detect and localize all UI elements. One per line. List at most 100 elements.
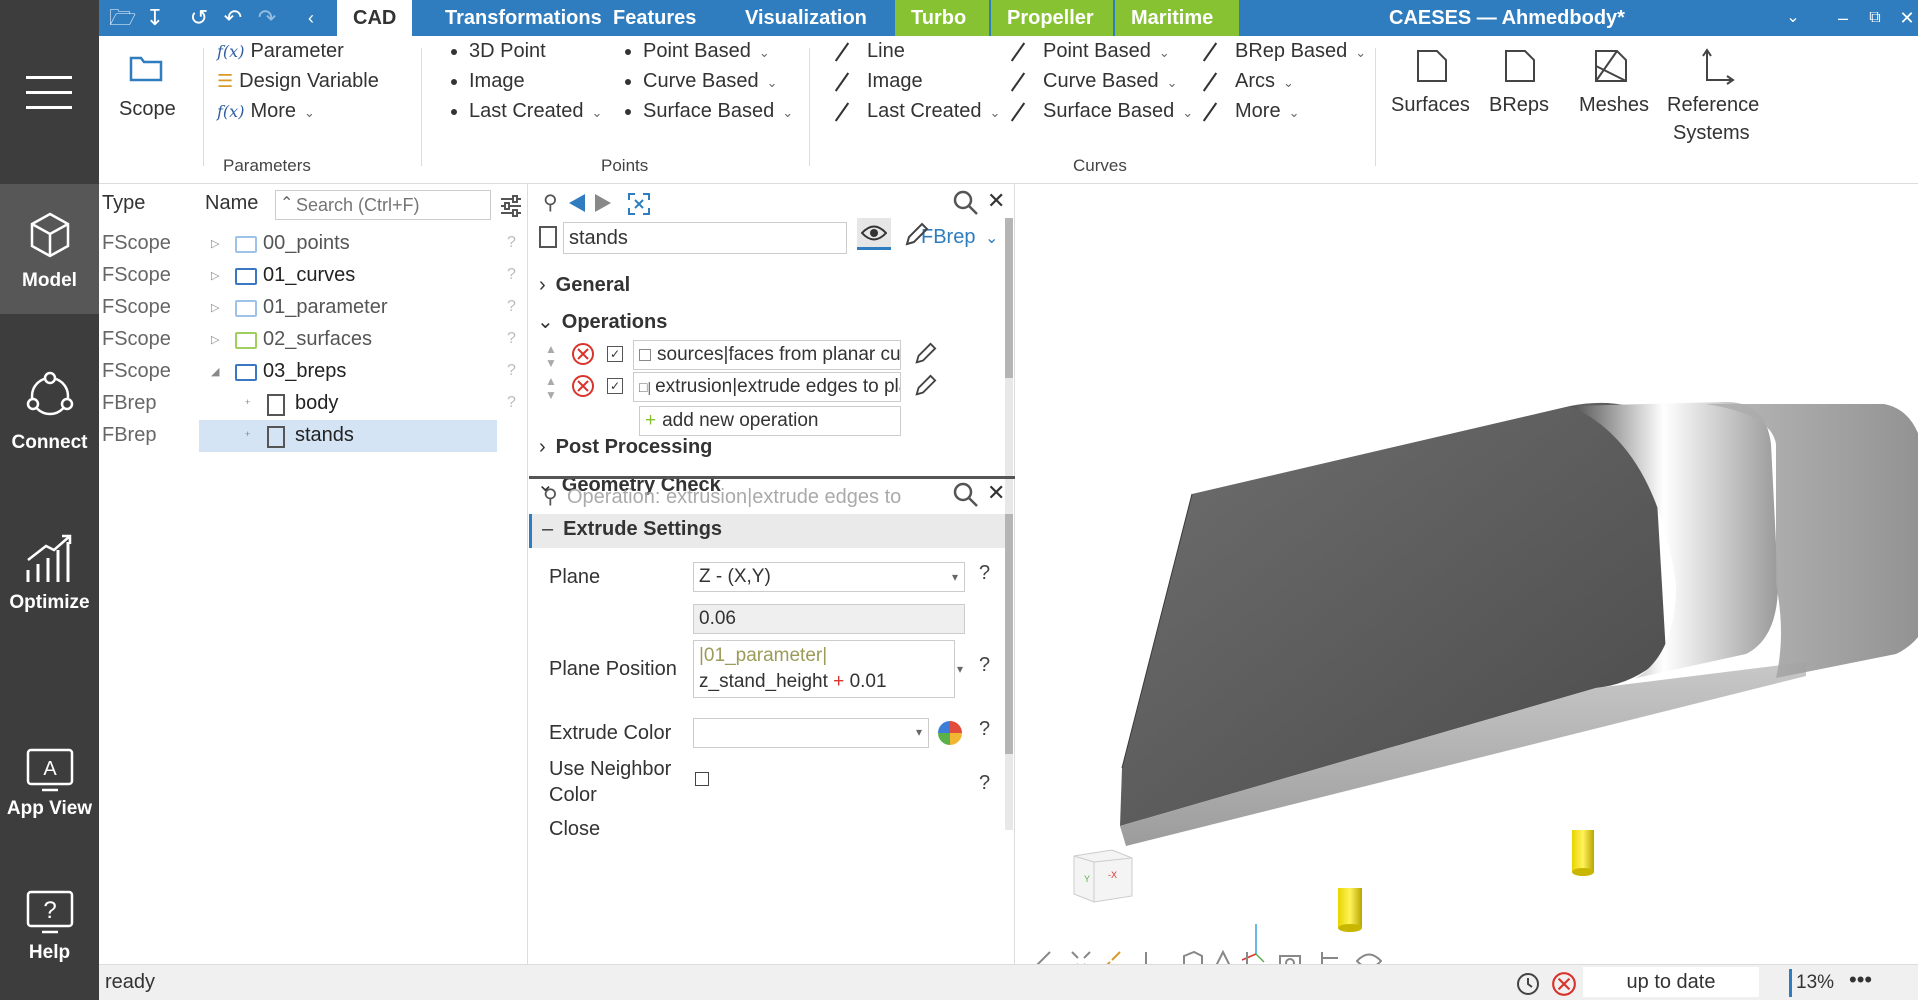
plane-position-expression[interactable]: |01_parameter| z_stand_height + 0.01 bbox=[693, 640, 955, 698]
fit-view-icon[interactable] bbox=[1070, 950, 1092, 964]
zoom-fit-icon[interactable] bbox=[1100, 950, 1122, 964]
tree-row[interactable]: FBrep + body ? bbox=[99, 388, 528, 420]
tab-features[interactable]: Features bbox=[597, 0, 712, 36]
operation-field[interactable]: □| extrusion|extrude edges to plan bbox=[633, 372, 901, 402]
tree-row[interactable]: FScope ▷ 01_parameter ? bbox=[99, 292, 528, 324]
restore-icon[interactable]: ⧉ bbox=[1863, 6, 1887, 30]
3d-point-button[interactable]: 3D Point bbox=[451, 40, 546, 63]
search-icon[interactable] bbox=[953, 190, 979, 216]
scope-button[interactable]: Scope bbox=[111, 46, 181, 136]
zoom-level[interactable]: 13% bbox=[1789, 969, 1834, 997]
open-folder-icon[interactable]: 🗁 bbox=[109, 6, 136, 30]
surfaces-button[interactable]: Surfaces bbox=[1387, 42, 1477, 132]
meshes-button[interactable]: Meshes bbox=[1567, 42, 1657, 132]
design-variable-button[interactable]: ☰ Design Variable bbox=[217, 70, 379, 93]
arcs-button[interactable]: Arcs ⌄ bbox=[1199, 70, 1294, 93]
3d-model-view[interactable] bbox=[1016, 184, 1918, 964]
search-icon[interactable] bbox=[953, 482, 979, 508]
extrude-settings-header[interactable]: – Extrude Settings bbox=[529, 514, 1005, 548]
chevron-up-icon[interactable]: ⌃ bbox=[280, 193, 293, 213]
column-header-type[interactable]: Type bbox=[102, 192, 145, 215]
tab-propeller[interactable]: Propeller bbox=[991, 0, 1113, 36]
tree-row[interactable]: FScope ▷ 01_curves ? bbox=[99, 260, 528, 292]
tab-visualization[interactable]: Visualization bbox=[729, 0, 883, 36]
back-arrow-icon[interactable]: ‹ bbox=[299, 6, 323, 30]
add-operation-dropdown[interactable]: + add new operation bbox=[639, 406, 901, 436]
line-button[interactable]: Line bbox=[831, 40, 905, 63]
sidebar-item-app-view[interactable]: A App View bbox=[0, 730, 99, 860]
menu-hamburger-icon[interactable] bbox=[26, 76, 72, 110]
help-button[interactable]: ? bbox=[979, 562, 990, 585]
section-general[interactable]: › General bbox=[539, 274, 630, 297]
measure-icon[interactable] bbox=[1030, 950, 1052, 964]
expand-icon[interactable]: + bbox=[245, 397, 250, 407]
delete-icon[interactable] bbox=[571, 342, 595, 366]
coordinate-icon[interactable] bbox=[1318, 950, 1340, 964]
section-operations[interactable]: ⌄ Operations bbox=[537, 309, 667, 334]
surface-based-curve-button[interactable]: Surface Based ⌄ bbox=[1007, 100, 1193, 123]
last-created-curve-button[interactable]: Last Created ⌄ bbox=[831, 100, 1000, 123]
minimize-icon[interactable]: – bbox=[1831, 6, 1855, 30]
tab-transformations[interactable]: Transformations bbox=[429, 0, 618, 36]
tree-row[interactable]: FScope ◢ 03_breps ? bbox=[99, 356, 528, 388]
view-cube[interactable]: Y -X bbox=[1072, 848, 1134, 904]
redo-icon[interactable]: ↷ bbox=[255, 6, 279, 30]
sidebar-item-optimize[interactable]: Optimize bbox=[0, 520, 99, 650]
reorder-handle-icon[interactable]: ▲ ▼ bbox=[545, 342, 557, 370]
brep-based-curve-button[interactable]: BRep Based ⌄ bbox=[1199, 40, 1366, 63]
reorder-handle-icon[interactable]: ▲ ▼ bbox=[545, 374, 557, 402]
search-box[interactable]: ⌃ bbox=[275, 190, 491, 220]
focus-icon[interactable] bbox=[627, 192, 651, 216]
enabled-checkbox[interactable]: ✓ bbox=[607, 346, 623, 362]
curve-based-point-button[interactable]: Curve Based ⌄ bbox=[625, 70, 778, 93]
stop-icon[interactable] bbox=[1551, 971, 1577, 997]
help-button[interactable]: ? bbox=[979, 718, 990, 741]
parameter-button[interactable]: f(x) Parameter bbox=[217, 40, 344, 63]
image-curve-button[interactable]: Image bbox=[831, 70, 923, 93]
filter-settings-icon[interactable] bbox=[499, 194, 523, 218]
tree-row-selected[interactable]: FBrep + stands bbox=[99, 420, 528, 452]
close-icon[interactable]: ✕ bbox=[987, 480, 1005, 506]
expand-icon[interactable]: ▷ bbox=[211, 301, 219, 314]
search-input[interactable] bbox=[296, 193, 486, 217]
curve-based-curve-button[interactable]: Curve Based ⌄ bbox=[1007, 70, 1178, 93]
surface-based-point-button[interactable]: Surface Based ⌄ bbox=[625, 100, 793, 123]
extrude-color-select[interactable]: ▾ bbox=[693, 718, 929, 748]
tab-turbo[interactable]: Turbo bbox=[895, 0, 989, 36]
more-options-icon[interactable]: ••• bbox=[1849, 967, 1872, 993]
plane-select[interactable]: Z - (X,Y) ▾ bbox=[693, 562, 965, 592]
history-icon[interactable]: ↺ bbox=[187, 6, 211, 30]
expand-icon[interactable]: + bbox=[245, 429, 250, 439]
chevron-down-icon[interactable]: ▾ bbox=[957, 662, 963, 676]
pencil-icon[interactable] bbox=[913, 374, 937, 398]
more-curves-button[interactable]: More ⌄ bbox=[1199, 100, 1299, 123]
3d-viewport[interactable]: Y -X bbox=[1016, 184, 1918, 964]
expand-icon[interactable]: ▷ bbox=[211, 237, 219, 250]
forward-arrow-icon[interactable] bbox=[593, 192, 613, 214]
close-icon[interactable]: ✕ bbox=[1895, 6, 1918, 30]
help-button[interactable]: ? bbox=[979, 772, 990, 795]
pin-icon[interactable]: ⚲ bbox=[543, 484, 558, 509]
pencil-icon[interactable] bbox=[913, 342, 937, 366]
camera-icon[interactable] bbox=[1278, 950, 1302, 964]
tree-row[interactable]: FScope ▷ 02_surfaces ? bbox=[99, 324, 528, 356]
sidebar-item-help[interactable]: ? Help bbox=[0, 876, 99, 1006]
image-point-button[interactable]: Image bbox=[451, 70, 525, 93]
perspective-icon[interactable] bbox=[1212, 950, 1234, 964]
point-based-curve-button[interactable]: Point Based ⌄ bbox=[1007, 40, 1170, 63]
pencil-icon[interactable] bbox=[903, 222, 929, 248]
close-icon[interactable]: ✕ bbox=[987, 188, 1005, 214]
delete-icon[interactable] bbox=[571, 374, 595, 398]
enabled-checkbox[interactable]: ✓ bbox=[607, 378, 623, 394]
tree-row[interactable]: FScope ▷ 00_points ? bbox=[99, 228, 528, 260]
save-icon[interactable]: ↧ bbox=[143, 6, 167, 30]
eye-icon[interactable] bbox=[1356, 952, 1382, 964]
sidebar-item-connect[interactable]: Connect bbox=[0, 360, 99, 490]
back-arrow-icon[interactable] bbox=[567, 192, 587, 214]
point-based-button[interactable]: Point Based ⌄ bbox=[625, 40, 770, 63]
expand-icon[interactable]: ▷ bbox=[211, 333, 219, 346]
splitter[interactable] bbox=[529, 476, 1015, 479]
sidebar-item-model[interactable]: Model bbox=[0, 184, 99, 314]
more-parameters-button[interactable]: f(x) More ⌄ bbox=[217, 100, 315, 123]
tab-maritime[interactable]: Maritime bbox=[1115, 0, 1239, 36]
